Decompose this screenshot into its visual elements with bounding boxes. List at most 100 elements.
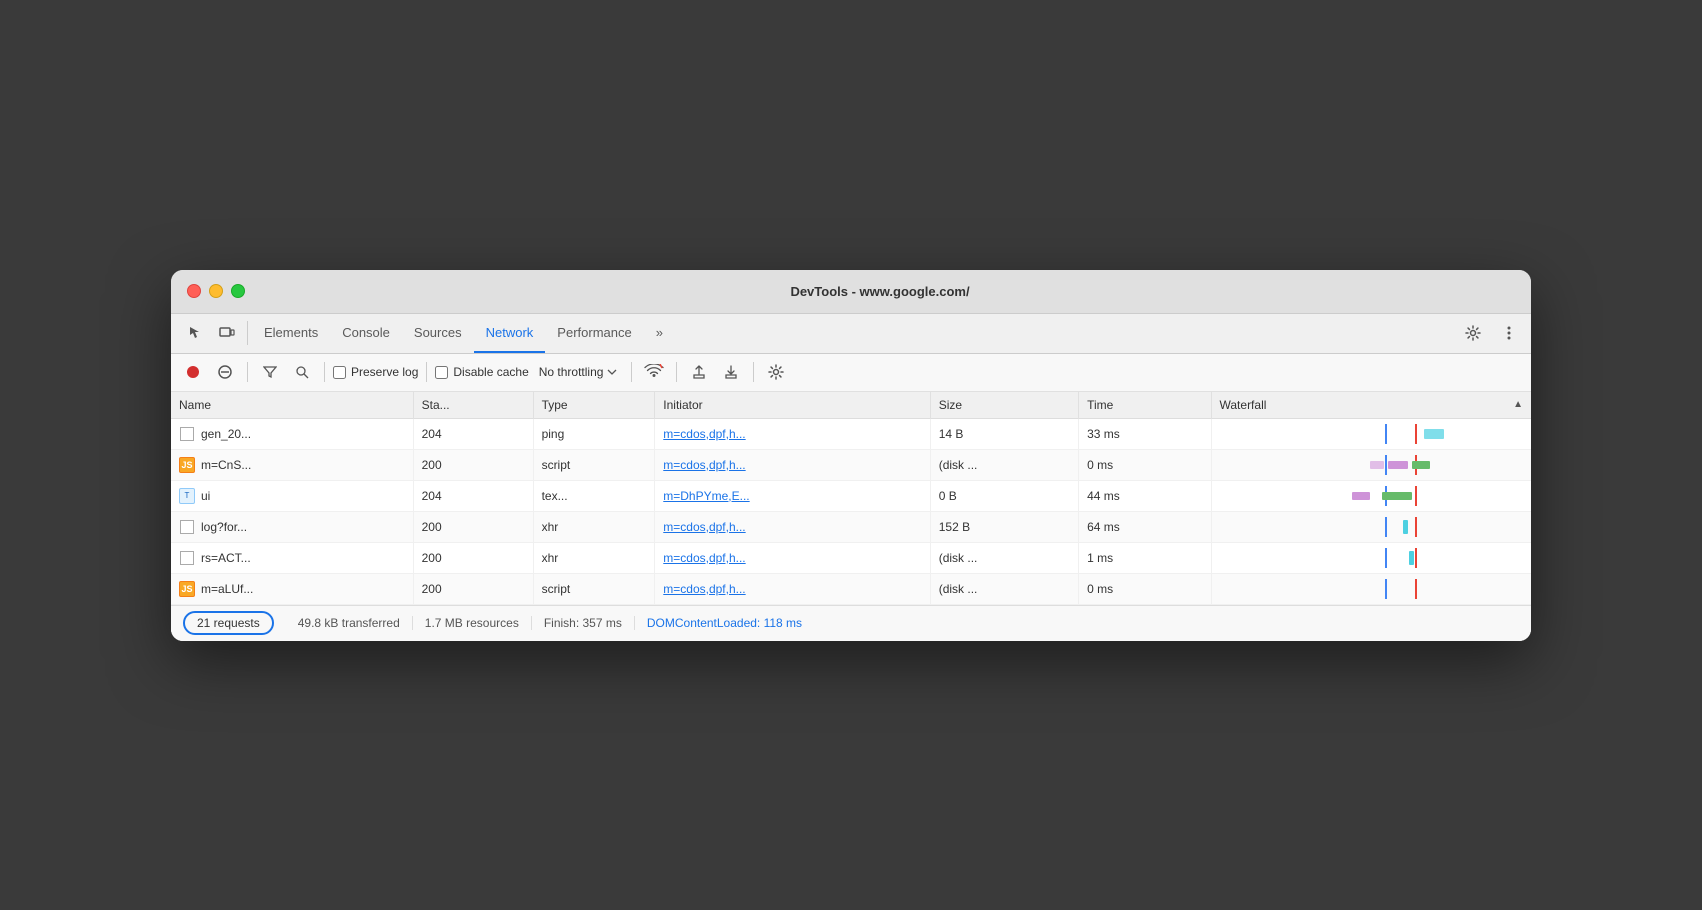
type-cell: xhr [533,542,655,573]
preserve-log-checkbox[interactable] [333,366,346,379]
network-table-container: Name Sta... Type Initiator Size Time Wat… [171,392,1531,605]
name-cell: T ui [171,480,413,511]
table-row: JS m=aLUf... 200 script m=cdos,dpf,h... … [171,573,1531,604]
initiator-cell[interactable]: m=cdos,dpf,h... [655,511,930,542]
status-bar: 21 requests 49.8 kB transferred 1.7 MB r… [171,605,1531,641]
table-header-row: Name Sta... Type Initiator Size Time Wat… [171,392,1531,419]
tab-more[interactable]: » [644,313,675,353]
initiator-cell[interactable]: m=cdos,dpf,h... [655,418,930,449]
waterfall-cell [1211,542,1531,573]
type-cell: xhr [533,511,655,542]
time-cell: 44 ms [1079,480,1211,511]
requests-count[interactable]: 21 requests [183,611,274,635]
record-button[interactable] [179,358,207,386]
settings-icon[interactable] [1459,319,1487,347]
col-type[interactable]: Type [533,392,655,419]
toolbar-divider-4 [631,362,632,382]
initiator-cell[interactable]: m=cdos,dpf,h... [655,449,930,480]
tab-network[interactable]: Network [474,313,546,353]
status-cell: 200 [413,573,533,604]
disable-cache-checkbox[interactable] [435,366,448,379]
name-cell: gen_20... [171,418,413,449]
row-name: m=CnS... [201,458,251,472]
status-cell: 204 [413,418,533,449]
tab-performance[interactable]: Performance [545,313,643,353]
size-cell: (disk ... [930,449,1078,480]
tab-elements[interactable]: Elements [252,313,330,353]
size-cell: (disk ... [930,542,1078,573]
row-name: ui [201,489,210,503]
name-cell: rs=ACT... [171,542,413,573]
close-button[interactable] [187,284,201,298]
size-cell: 14 B [930,418,1078,449]
row-name: m=aLUf... [201,582,253,596]
status-cell: 204 [413,480,533,511]
inspect-icon[interactable] [179,317,211,349]
table-row: T ui 204 tex... m=DhPYme,E... 0 B 44 ms [171,480,1531,511]
row-name: gen_20... [201,427,251,441]
row-name: rs=ACT... [201,551,251,565]
import-icon[interactable] [685,358,713,386]
table-row: rs=ACT... 200 xhr m=cdos,dpf,h... (disk … [171,542,1531,573]
dom-content-loaded: DOMContentLoaded: 118 ms [635,616,814,630]
name-cell: JS m=CnS... [171,449,413,480]
time-cell: 1 ms [1079,542,1211,573]
size-cell: 0 B [930,480,1078,511]
col-size[interactable]: Size [930,392,1078,419]
maximize-button[interactable] [231,284,245,298]
window-title: DevTools - www.google.com/ [245,284,1515,299]
initiator-cell[interactable]: m=cdos,dpf,h... [655,573,930,604]
time-cell: 0 ms [1079,573,1211,604]
toolbar-divider-5 [676,362,677,382]
initiator-cell[interactable]: m=cdos,dpf,h... [655,542,930,573]
file-icon-checkbox2 [179,519,195,535]
time-cell: 33 ms [1079,418,1211,449]
export-icon[interactable] [717,358,745,386]
name-cell: JS m=aLUf... [171,573,413,604]
filter-icon[interactable] [256,358,284,386]
script-icon2: JS [179,581,195,597]
initiator-cell[interactable]: m=DhPYme,E... [655,480,930,511]
preserve-log-label[interactable]: Preserve log [333,365,418,379]
waterfall-cell [1211,480,1531,511]
time-cell: 64 ms [1079,511,1211,542]
traffic-lights [187,284,245,298]
status-cell: 200 [413,542,533,573]
col-status[interactable]: Sta... [413,392,533,419]
col-time[interactable]: Time [1079,392,1211,419]
name-cell: log?for... [171,511,413,542]
status-cell: 200 [413,449,533,480]
file-icon-checkbox [179,426,195,442]
clear-button[interactable] [211,358,239,386]
col-waterfall[interactable]: Waterfall ▲ [1211,392,1531,419]
file-icon-checkbox3 [179,550,195,566]
transferred-stat: 49.8 kB transferred [286,616,413,630]
finish-stat: Finish: 357 ms [532,616,635,630]
text-icon: T [179,488,195,504]
online-icon[interactable] [640,358,668,386]
minimize-button[interactable] [209,284,223,298]
resources-stat: 1.7 MB resources [413,616,532,630]
tab-console[interactable]: Console [330,313,402,353]
col-name[interactable]: Name [171,392,413,419]
toolbar-divider-3 [426,362,427,382]
waterfall-cell [1211,418,1531,449]
type-cell: tex... [533,480,655,511]
device-toggle-icon[interactable] [211,317,243,349]
type-cell: script [533,573,655,604]
status-cell: 200 [413,511,533,542]
tabs-bar: Elements Console Sources Network Perform… [171,314,1531,354]
devtools-window: DevTools - www.google.com/ Elements Cons… [171,270,1531,641]
time-cell: 0 ms [1079,449,1211,480]
throttle-select[interactable]: No throttling [533,363,624,381]
more-options-icon[interactable] [1495,319,1523,347]
disable-cache-label[interactable]: Disable cache [435,365,528,379]
table-row: log?for... 200 xhr m=cdos,dpf,h... 152 B… [171,511,1531,542]
tab-sources[interactable]: Sources [402,313,474,353]
search-icon[interactable] [288,358,316,386]
col-initiator[interactable]: Initiator [655,392,930,419]
toolbar-divider-1 [247,362,248,382]
script-icon: JS [179,457,195,473]
network-settings-icon[interactable] [762,358,790,386]
network-table: Name Sta... Type Initiator Size Time Wat… [171,392,1531,605]
